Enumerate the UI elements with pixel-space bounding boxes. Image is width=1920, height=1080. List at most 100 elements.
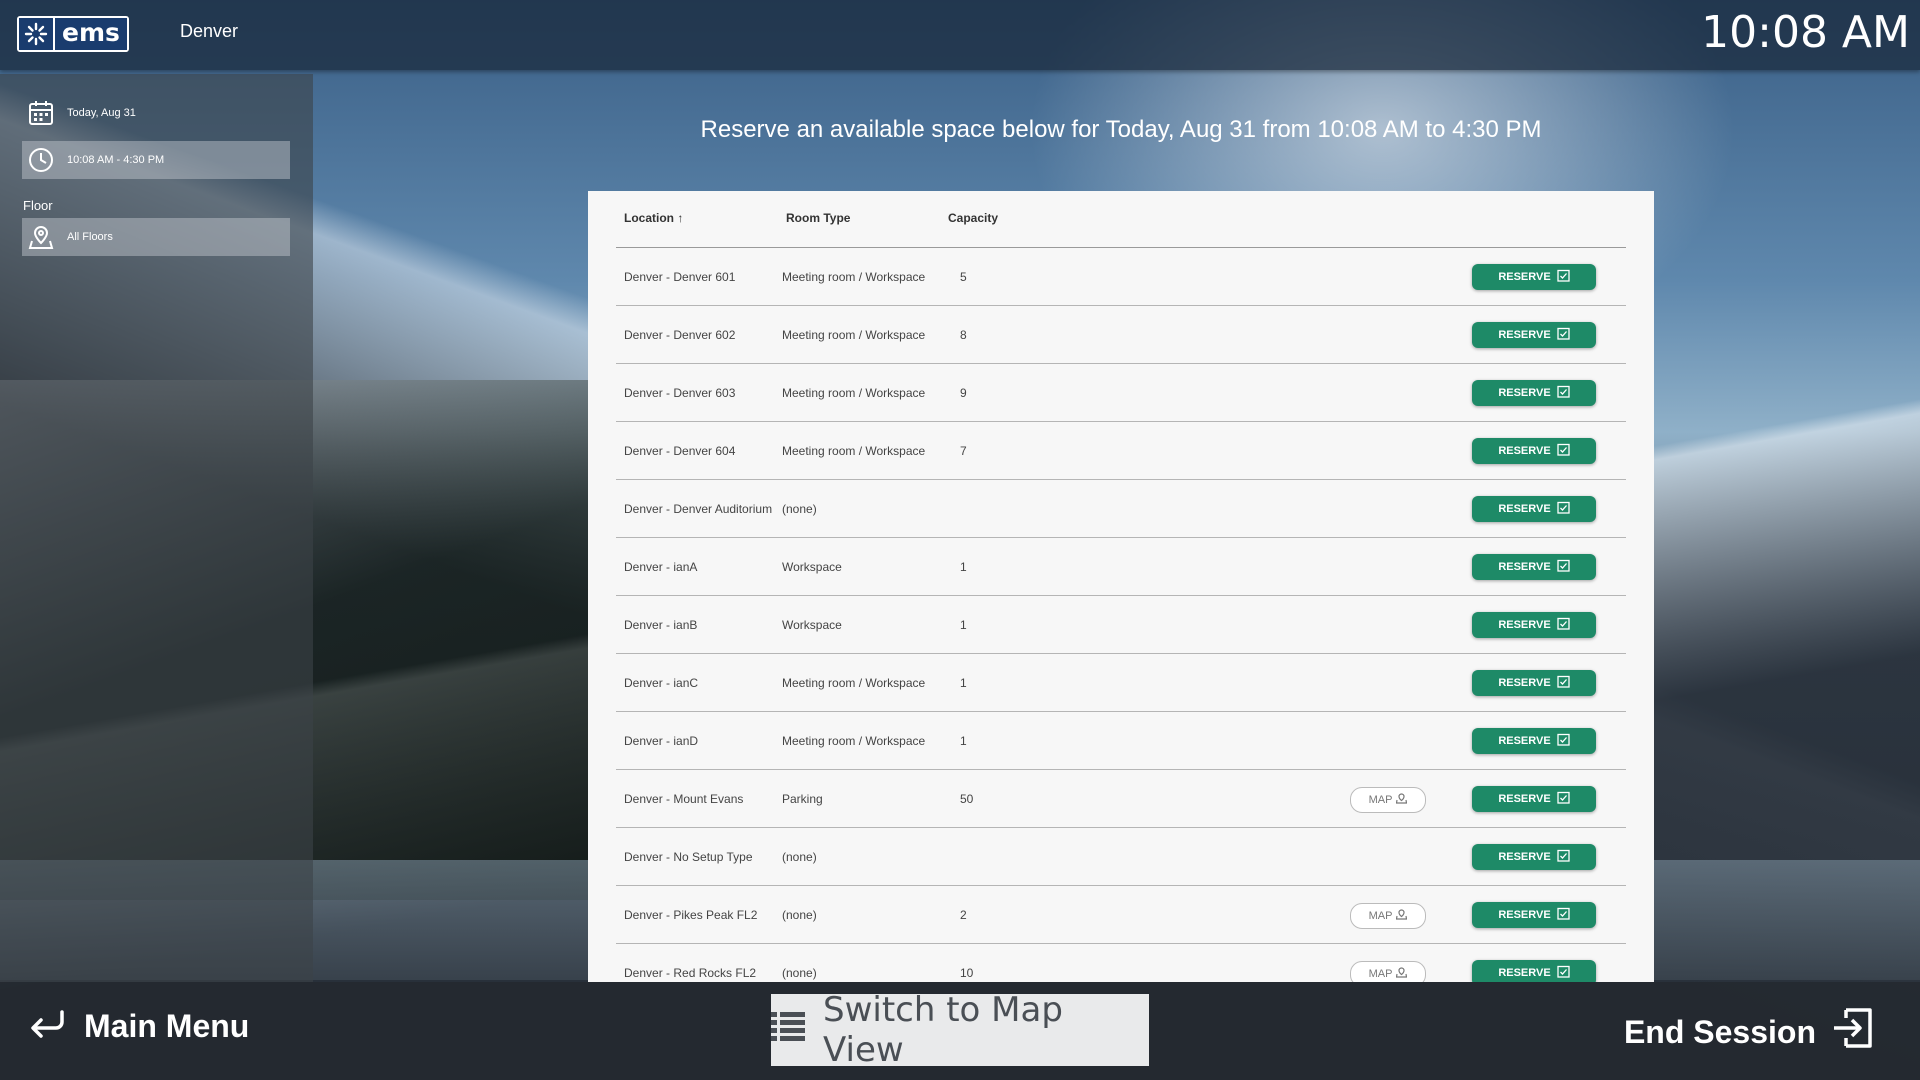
location-cell: Denver - Denver 603: [624, 386, 736, 400]
room-type-cell: (none): [782, 908, 817, 922]
calendar-check-icon: [1557, 733, 1570, 749]
reserve-button-label: RESERVE: [1498, 271, 1551, 283]
reserve-button-label: RESERVE: [1498, 387, 1551, 399]
column-location[interactable]: Location ↑: [624, 211, 683, 225]
reserve-button[interactable]: RESERVE: [1472, 380, 1596, 406]
location-cell: Denver - Mount Evans: [624, 792, 744, 806]
table-row: Denver - Red Rocks FL2 (none) 10 MAP RESERVE: [616, 944, 1626, 982]
reserve-button[interactable]: RESERVE: [1472, 554, 1596, 580]
capacity-cell: 1: [960, 618, 967, 632]
location-cell: Denver - Denver Auditorium: [624, 502, 773, 516]
table-row: Denver - Pikes Peak FL2 (none) 2 MAP RESERVE: [616, 886, 1626, 944]
bottom-bar: Main Menu Switch to Map View End Session: [0, 982, 1920, 1080]
logo-burst-icon: [19, 18, 53, 50]
room-list-panel: Location ↑ Room Type Capacity Denver - D…: [588, 191, 1654, 982]
column-capacity[interactable]: Capacity: [948, 211, 998, 225]
switch-to-map-view-button[interactable]: Switch to Map View: [771, 990, 1149, 1070]
reserve-button[interactable]: RESERVE: [1472, 438, 1596, 464]
calendar-check-icon: [1557, 443, 1570, 459]
room-type-cell: (none): [782, 966, 817, 980]
reserve-button[interactable]: RESERVE: [1472, 844, 1596, 870]
map-button-label: MAP: [1368, 968, 1393, 980]
reserve-button-label: RESERVE: [1498, 851, 1551, 863]
reserve-button-label: RESERVE: [1498, 561, 1551, 573]
reserve-button-label: RESERVE: [1498, 793, 1551, 805]
capacity-cell: 2: [960, 908, 967, 922]
map-button-label: MAP: [1368, 910, 1393, 922]
floor-selector[interactable]: All Floors: [22, 218, 290, 256]
reserve-button-label: RESERVE: [1498, 503, 1551, 515]
location-cell: Denver - Denver 602: [624, 328, 736, 342]
location-cell: Denver - ianA: [624, 560, 698, 574]
reserve-button[interactable]: RESERVE: [1472, 902, 1596, 928]
reserve-button[interactable]: RESERVE: [1472, 728, 1596, 754]
map-pin-icon: [1396, 793, 1408, 807]
map-button[interactable]: MAP: [1350, 787, 1426, 813]
location-cell: Denver - ianB: [624, 618, 698, 632]
column-room-type[interactable]: Room Type: [786, 211, 850, 225]
capacity-cell: 1: [960, 560, 967, 574]
location-cell: Denver - Denver 604: [624, 444, 736, 458]
location-cell: Denver - Red Rocks FL2: [624, 966, 757, 980]
room-type-cell: Parking: [782, 792, 823, 806]
reserve-button[interactable]: RESERVE: [1472, 612, 1596, 638]
reserve-button[interactable]: RESERVE: [1472, 496, 1596, 522]
location-cell: Denver - Pikes Peak FL2: [624, 908, 758, 922]
reserve-button[interactable]: RESERVE: [1472, 960, 1596, 982]
date-selector[interactable]: Today, Aug 31: [22, 94, 290, 132]
site-name: Denver: [180, 21, 239, 41]
calendar-icon: [27, 99, 55, 127]
sidebar: Today, Aug 31 10:08 AM - 4:30 PM Floor A…: [0, 74, 313, 982]
top-bar: ems Denver 10:08 AM: [0, 0, 1920, 70]
capacity-cell: 8: [960, 328, 967, 342]
reserve-button-label: RESERVE: [1498, 967, 1551, 979]
room-type-cell: Meeting room / Workspace: [782, 386, 926, 400]
table-header: Location ↑ Room Type Capacity: [616, 191, 1626, 248]
time-range-selector[interactable]: 10:08 AM - 4:30 PM: [22, 141, 290, 179]
reserve-button[interactable]: RESERVE: [1472, 670, 1596, 696]
reservation-headline: Reserve an available space below for Tod…: [700, 116, 1542, 143]
table-row: Denver - ianB Workspace 1 RESERVE: [616, 596, 1626, 654]
calendar-check-icon: [1557, 501, 1570, 517]
map-pin-icon: [27, 223, 55, 251]
location-cell: Denver - ianD: [624, 734, 699, 748]
map-pin-icon: [1396, 967, 1408, 981]
location-cell: Denver - Denver 601: [624, 270, 736, 284]
end-session-button[interactable]: End Session: [1624, 1006, 1874, 1058]
table-row: Denver - ianD Meeting room / Workspace 1 RE…: [616, 712, 1626, 770]
table-row: Denver - Denver Auditorium (none) RESERVE: [616, 480, 1626, 538]
reserve-button[interactable]: RESERVE: [1472, 322, 1596, 348]
reserve-button[interactable]: RESERVE: [1472, 264, 1596, 290]
reserve-button-label: RESERVE: [1498, 677, 1551, 689]
time-range-value: 10:08 AM - 4:30 PM: [67, 154, 165, 166]
calendar-check-icon: [1557, 385, 1570, 401]
calendar-check-icon: [1557, 849, 1570, 865]
map-button[interactable]: MAP: [1350, 961, 1426, 982]
sign-out-icon: [1830, 1006, 1874, 1058]
room-type-cell: Meeting room / Workspace: [782, 328, 926, 342]
calendar-check-icon: [1557, 269, 1570, 285]
capacity-cell: 1: [960, 676, 967, 690]
reserve-button-label: RESERVE: [1498, 619, 1551, 631]
reserve-button[interactable]: RESERVE: [1472, 786, 1596, 812]
calendar-check-icon: [1557, 327, 1570, 343]
main-menu-button[interactable]: Main Menu: [28, 1006, 249, 1046]
map-button[interactable]: MAP: [1350, 903, 1426, 929]
logo-text: ems: [55, 18, 127, 50]
reserve-button-label: RESERVE: [1498, 909, 1551, 921]
return-arrow-icon: [28, 1006, 68, 1046]
reserve-button-label: RESERVE: [1498, 329, 1551, 341]
table-row: Denver - Denver 604 Meeting room / Worksp…: [616, 422, 1626, 480]
table-row: Denver - Mount Evans Parking 50 MAP RESERVE: [616, 770, 1626, 828]
sort-ascending-icon: ↑: [677, 211, 684, 225]
location-cell: Denver - No Setup Type: [624, 850, 753, 864]
table-row: Denver - ianC Meeting room / Workspace 1 RE…: [616, 654, 1626, 712]
calendar-check-icon: [1557, 675, 1570, 691]
calendar-check-icon: [1557, 559, 1570, 575]
calendar-check-icon: [1557, 965, 1570, 981]
end-session-label: End Session: [1623, 1013, 1816, 1050]
map-button-label: MAP: [1368, 794, 1393, 806]
capacity-cell: 1: [960, 734, 967, 748]
table-row: Denver - ianA Workspace 1 RESERVE: [616, 538, 1626, 596]
room-type-cell: Meeting room / Workspace: [782, 270, 926, 284]
